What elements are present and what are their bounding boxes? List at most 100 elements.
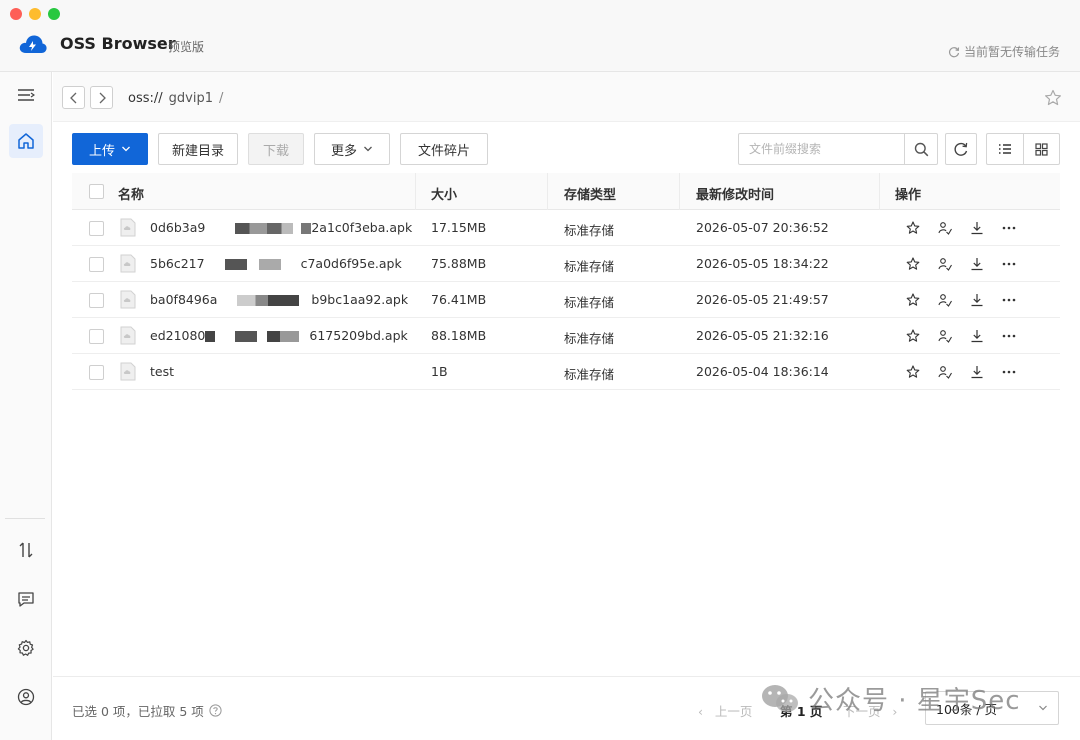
new-directory-button[interactable]: 新建目录 [158, 133, 238, 165]
next-page-button[interactable]: 下一页 › [843, 701, 897, 720]
next-page-label: 下一页 [843, 704, 881, 719]
close-window-button[interactable] [10, 8, 22, 20]
star-icon [906, 293, 920, 306]
download-file-button[interactable] [968, 291, 986, 309]
redacted-block [235, 223, 294, 234]
search-input[interactable] [739, 134, 904, 164]
redacted-block [224, 259, 247, 270]
favorite-button[interactable] [904, 255, 922, 273]
more-actions-button[interactable] [1000, 219, 1018, 237]
upload-button[interactable]: 上传 [72, 133, 148, 165]
modified-time: 2026-05-05 21:32:16 [696, 328, 829, 343]
search-button[interactable] [904, 134, 937, 164]
more-horizontal-icon [1002, 334, 1016, 338]
row-checkbox[interactable] [89, 365, 104, 380]
table-row[interactable]: 0d6b3a9 2a1c0f3eba.apk 17.15MB 标准存储 2026-… [72, 210, 1060, 246]
bookmark-star-icon[interactable] [1044, 89, 1062, 107]
more-actions-button[interactable] [1000, 291, 1018, 309]
refresh-icon [954, 142, 968, 156]
minimize-window-button[interactable] [29, 8, 41, 20]
more-actions-button[interactable] [1000, 327, 1018, 345]
favorite-button[interactable] [904, 291, 922, 309]
transfer-status-text: 当前暂无传输任务 [963, 45, 1060, 59]
file-name-start: test [150, 364, 175, 379]
column-header-storage[interactable]: 存储类型 [564, 184, 616, 203]
modified-time: 2026-05-05 18:34:22 [696, 256, 829, 271]
file-icon [120, 218, 136, 237]
download-button[interactable]: 下载 [248, 133, 304, 165]
download-icon [971, 294, 983, 307]
favorite-button[interactable] [904, 219, 922, 237]
sidebar-item-account[interactable] [9, 680, 43, 714]
table-row[interactable]: test 1B 标准存储 2026-05-04 18:36:14 [72, 354, 1060, 390]
sidebar-item-messages[interactable] [9, 582, 43, 616]
sidebar-item-settings[interactable] [9, 631, 43, 665]
chevron-down-icon [1039, 705, 1047, 711]
column-header-name[interactable]: 名称 [118, 184, 144, 203]
more-horizontal-icon [1002, 226, 1016, 230]
prev-page-button[interactable]: ‹ 上一页 [698, 701, 752, 720]
redacted-block [235, 331, 258, 342]
storage-class: 标准存储 [564, 295, 615, 310]
file-name[interactable]: test [150, 364, 174, 379]
column-header-size[interactable]: 大小 [431, 184, 457, 203]
download-icon [971, 330, 983, 343]
download-file-button[interactable] [968, 363, 986, 381]
back-button[interactable] [62, 86, 85, 109]
favorite-button[interactable] [904, 363, 922, 381]
address-bar: oss:// gdvip1 / [53, 72, 1080, 122]
download-icon [971, 222, 983, 235]
refresh-button[interactable] [945, 133, 977, 165]
favorite-button[interactable] [904, 327, 922, 345]
grid-view-button[interactable] [1023, 133, 1060, 165]
more-actions-button[interactable] [1000, 255, 1018, 273]
menu-toggle-button[interactable] [9, 78, 43, 112]
transfer-status[interactable]: 当前暂无传输任务 [948, 43, 1060, 60]
file-fragments-label: 文件碎片 [417, 143, 470, 159]
file-name[interactable]: 0d6b3a9 2a1c0f3eba.apk [150, 220, 412, 235]
breadcrumb-separator: / [218, 91, 224, 106]
row-checkbox[interactable] [89, 293, 104, 308]
file-name[interactable]: ba0f8496a b9bc1aa92.apk [150, 292, 408, 307]
download-file-button[interactable] [968, 255, 986, 273]
row-checkbox[interactable] [89, 329, 104, 344]
column-divider [415, 173, 416, 210]
sidebar-item-home[interactable] [9, 124, 43, 158]
list-view-button[interactable] [986, 133, 1023, 165]
help-circle-icon[interactable] [209, 704, 222, 717]
download-file-button[interactable] [968, 327, 986, 345]
file-name-start: ed21080 [150, 328, 206, 343]
forward-button[interactable] [90, 86, 113, 109]
app-name: OSS Browser [60, 34, 176, 53]
share-button[interactable] [936, 219, 954, 237]
share-button[interactable] [936, 363, 954, 381]
file-name[interactable]: ed21080 6175209bd.apk [150, 328, 408, 343]
file-name-end: 6175209bd.apk [309, 328, 408, 343]
more-actions-button[interactable] [1000, 363, 1018, 381]
page-size-select[interactable]: 100条 / 页 [925, 691, 1059, 725]
star-icon [906, 365, 920, 378]
share-button[interactable] [936, 255, 954, 273]
file-fragments-button[interactable]: 文件碎片 [400, 133, 488, 165]
row-checkbox[interactable] [89, 221, 104, 236]
share-button[interactable] [936, 327, 954, 345]
transfer-icon [19, 542, 33, 558]
breadcrumb[interactable]: oss:// gdvip1 / [128, 91, 223, 106]
sidebar-item-transfer[interactable] [9, 533, 43, 567]
column-header-modified[interactable]: 最新修改时间 [696, 184, 774, 203]
table-row[interactable]: 5b6c217 c7a0d6f95e.apk 75.88MB 标准存储 2026-… [72, 246, 1060, 282]
more-horizontal-icon [1002, 262, 1016, 266]
maximize-window-button[interactable] [48, 8, 60, 20]
breadcrumb-bucket[interactable]: gdvip1 [169, 91, 213, 106]
share-button[interactable] [936, 291, 954, 309]
row-checkbox[interactable] [89, 257, 104, 272]
file-name[interactable]: 5b6c217 c7a0d6f95e.apk [150, 256, 402, 271]
storage-class: 标准存储 [564, 367, 615, 382]
download-file-button[interactable] [968, 219, 986, 237]
more-button[interactable]: 更多 [314, 133, 390, 165]
table-row[interactable]: ed21080 6175209bd.apk 88.18MB 标准存储 2026-0… [72, 318, 1060, 354]
list-view-icon [999, 144, 1011, 154]
table-row[interactable]: ba0f8496a b9bc1aa92.apk 76.41MB 标准存储 2026… [72, 282, 1060, 318]
select-all-checkbox[interactable] [89, 184, 104, 199]
row-actions [904, 255, 1018, 273]
